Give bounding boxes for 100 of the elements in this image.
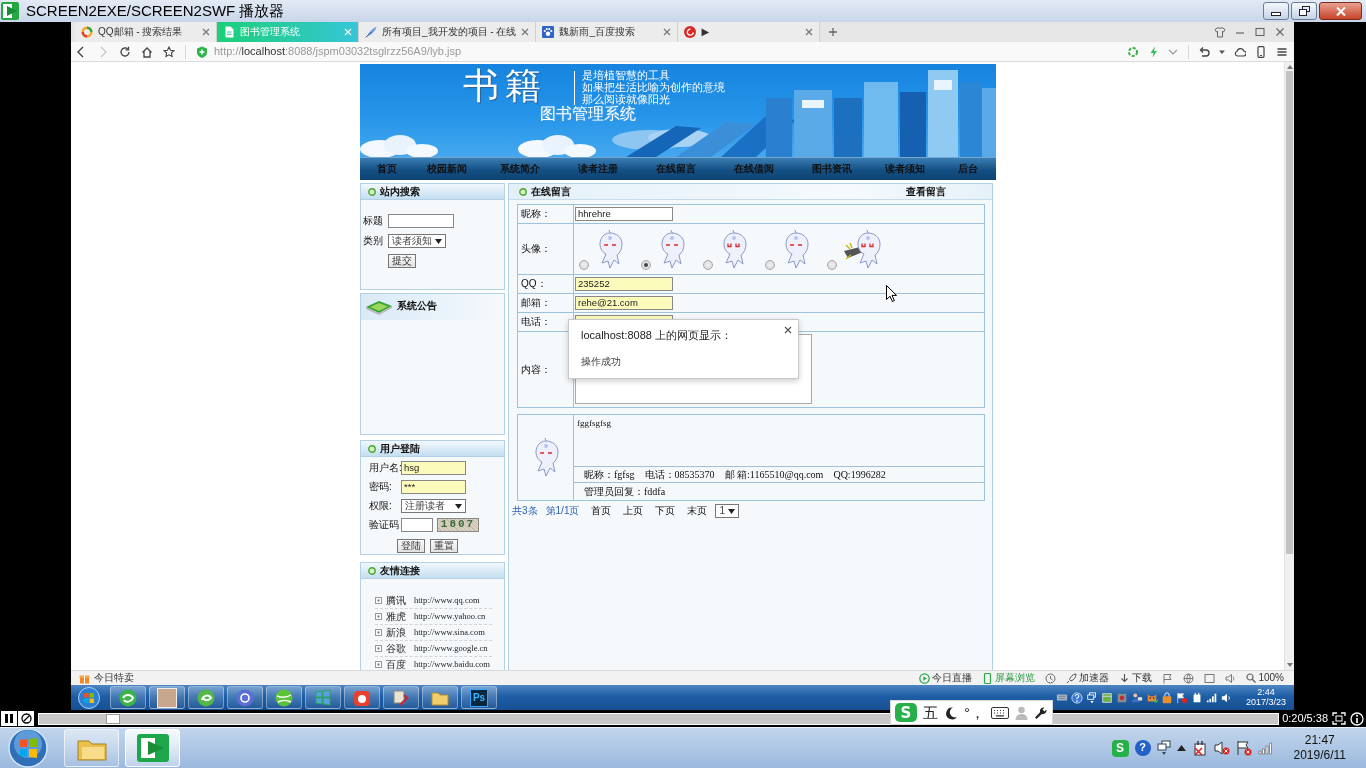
undo-icon[interactable] [1198,45,1210,58]
taskbar-button[interactable] [344,686,380,709]
link-url[interactable]: http://www.sina.com [414,627,485,638]
help-circle-icon[interactable] [1070,691,1083,704]
link-url[interactable]: http://www.qq.com [414,595,480,606]
taskbar-button[interactable] [266,686,302,709]
person-computer-icon[interactable] [1130,691,1143,704]
browser-tab[interactable]: QQ邮箱 - 搜索结果 [75,22,217,42]
taskbar-button[interactable] [110,686,146,709]
pause-button[interactable] [1,711,17,726]
wrench-icon[interactable] [1034,705,1048,720]
page-link[interactable]: 末页 [687,505,708,517]
link-url[interactable]: http://www.yahoo.cn [414,611,486,622]
speaker-icon[interactable] [1220,691,1233,704]
scrollbar-thumb[interactable] [1286,71,1293,554]
fullscreen-icon[interactable] [1332,712,1346,725]
speaker-icon[interactable] [1225,672,1237,684]
scrollbar[interactable] [1284,62,1294,670]
cloud-icon[interactable] [1234,45,1246,58]
close-icon[interactable] [202,28,210,36]
taskbar-button[interactable] [227,686,263,709]
status-button[interactable]: 今日直播 [919,672,973,684]
plug-icon[interactable] [1191,740,1208,756]
page-link[interactable]: 下页 [655,505,676,517]
clock-date[interactable]: 2017/3/23 [1245,697,1286,708]
radio-button[interactable] [827,260,837,270]
close-icon[interactable] [663,28,672,36]
moon-icon[interactable] [944,705,958,720]
clock-time[interactable]: 2:44 [1245,687,1286,698]
phone-icon[interactable] [1255,45,1267,58]
speaker-muted-icon[interactable] [1213,740,1230,756]
zoom-button[interactable]: 100% [1246,672,1284,684]
taskbar-button[interactable] [422,686,458,709]
text-input[interactable]: 235252 [575,277,673,291]
info-circle-icon[interactable] [1350,711,1364,726]
page-link[interactable]: 首页 [591,505,612,517]
flag-icon[interactable] [1175,691,1188,704]
start-orb-icon[interactable] [78,686,100,709]
close-icon[interactable] [784,326,792,334]
status-link[interactable]: 今日特卖 [94,672,134,684]
role-select[interactable]: 注册读者 [401,499,466,513]
submit-button[interactable]: 提交 [388,254,416,268]
captcha-input[interactable] [401,518,433,532]
caret-icon[interactable] [1219,48,1225,55]
text-input[interactable]: rehe@21.com [575,296,673,310]
scroll-up-icon[interactable] [1286,65,1293,69]
stop-button[interactable] [18,711,34,726]
overlapping-windows-icon[interactable] [1085,691,1098,704]
radio-button[interactable] [641,260,651,270]
window-icon[interactable] [1204,672,1216,684]
title-input[interactable] [388,214,454,228]
globe-icon[interactable] [1183,672,1195,684]
close-button[interactable] [1319,2,1362,20]
signal-icon[interactable] [1257,741,1274,755]
taskbar-button[interactable] [188,686,224,709]
reload-icon[interactable] [119,45,131,58]
address-field[interactable]: http://localhost:8088/jspm03032tsglrzz56A9/lyb.jsp [214,44,462,59]
home-icon[interactable] [141,45,153,58]
link-name[interactable]: 雅虎 [386,610,406,623]
help-button[interactable]: ? [1134,740,1151,756]
restore-button[interactable] [1291,2,1317,20]
padlock-icon[interactable] [1160,691,1173,704]
taskbar-button[interactable] [125,729,180,767]
close-icon[interactable] [805,28,814,36]
clock-time[interactable]: 21:47 [1293,733,1346,748]
browser-tab[interactable]: 魏新雨_百度搜索 [536,22,679,42]
link-name[interactable]: 新浪 [386,626,406,639]
keyboard-icon[interactable] [991,706,1009,719]
status-button[interactable]: 下载 [1119,672,1153,684]
category-select[interactable]: 读者须知 [388,234,446,248]
page-select[interactable]: 1 [715,504,740,518]
close-icon[interactable] [1274,26,1286,38]
seek-thumb[interactable] [106,713,121,724]
browser-tab[interactable]: 所有项目_我开发的项目 - 在线 [359,22,537,42]
new-tab-icon[interactable] [828,27,839,37]
dropdown-arrow-icon[interactable] [435,238,442,244]
sync-icon[interactable] [1127,45,1139,58]
radio-button[interactable] [765,260,775,270]
dropdown-arrow-icon[interactable] [728,508,736,514]
link-url[interactable]: http://www.google.cn [414,643,488,654]
form-button[interactable]: 登陆 [397,539,425,553]
radio-button[interactable] [703,260,713,270]
text-input[interactable]: hhrehre [575,207,673,221]
text-input[interactable]: *** [401,480,466,494]
box-icon[interactable] [1100,691,1113,704]
minimize-button[interactable] [1263,2,1289,20]
taskbar-button[interactable] [383,686,419,709]
input-mode-button[interactable]: 五 [923,703,938,722]
browser-tab[interactable]: ▶ [678,22,821,42]
start-orb-icon[interactable] [8,728,48,768]
text-input[interactable]: hsg [401,461,466,475]
status-button[interactable]: 加速器 [1066,672,1110,684]
taskbar-button[interactable] [149,686,185,709]
shirt-icon[interactable] [1214,26,1226,38]
dropdown-arrow-icon[interactable] [455,503,462,509]
link-name[interactable]: 谷歌 [386,642,406,655]
scroll-down-icon[interactable] [1286,663,1293,667]
radio-button[interactable] [579,260,589,270]
menu-icon[interactable] [1276,45,1288,58]
star-icon[interactable] [163,45,175,58]
